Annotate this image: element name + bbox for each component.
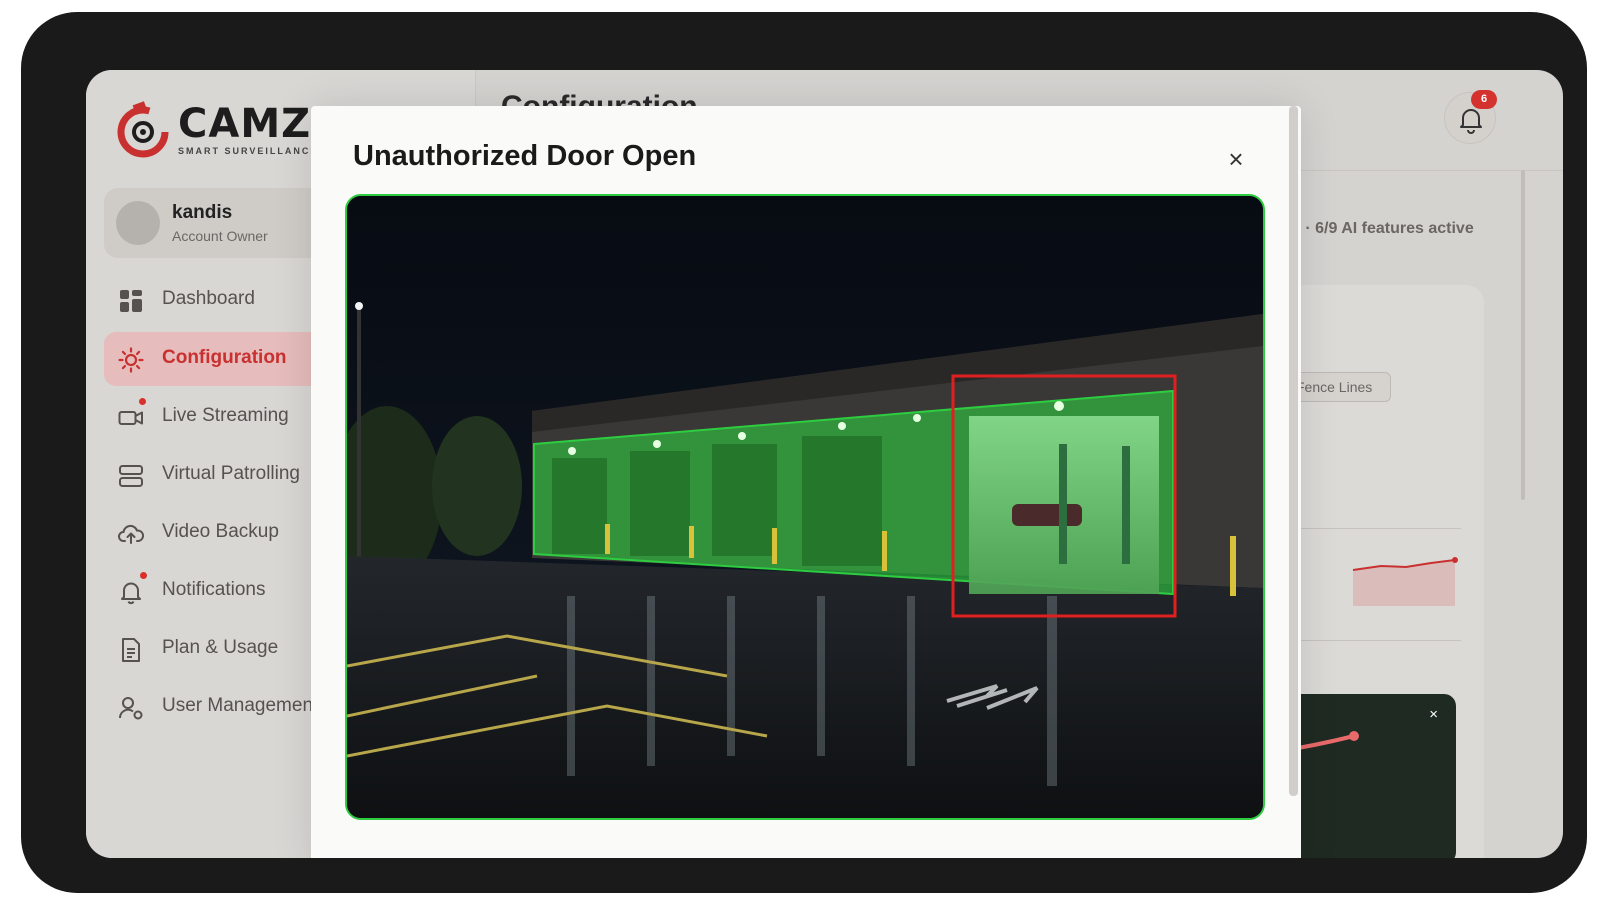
close-button[interactable]: × <box>1219 142 1253 176</box>
avatar <box>116 201 160 245</box>
activity-sparkline <box>1352 557 1458 606</box>
divider <box>1281 640 1461 641</box>
user-role: Account Owner <box>172 228 268 244</box>
page-scrollbar[interactable] <box>1521 170 1525 500</box>
preview-thumbnail[interactable]: × <box>1274 694 1456 858</box>
bell-icon <box>118 579 144 605</box>
camz-logo-icon <box>114 101 172 159</box>
modal-title: Unauthorized Door Open <box>353 140 697 172</box>
divider <box>1281 528 1461 529</box>
user-name: kandis <box>172 202 233 223</box>
brand-logo[interactable]: CAMZ SMART SURVEILLANCE, S <box>114 100 335 160</box>
alert-detail-modal: Unauthorized Door Open × <box>311 106 1301 858</box>
dashboard-grid-icon <box>118 288 144 314</box>
gear-icon <box>118 347 144 373</box>
detection-snapshot <box>345 194 1265 820</box>
sidebar-item-label: Plan & Usage <box>162 637 279 658</box>
device-frame: CAMZ SMART SURVEILLANCE, S kandis Accoun… <box>21 12 1587 893</box>
server-stack-icon <box>118 463 144 489</box>
app-screen: CAMZ SMART SURVEILLANCE, S kandis Accoun… <box>86 70 1563 858</box>
ai-features-status: s · 6/9 AI features active <box>1292 220 1474 237</box>
sidebar-item-label: Video Backup <box>162 521 279 542</box>
live-indicator-dot <box>139 398 146 405</box>
parking-lot-scene-image <box>347 196 1263 818</box>
sidebar-item-label: Configuration <box>162 347 287 368</box>
sidebar-item-label: Dashboard <box>162 288 255 309</box>
user-settings-icon <box>118 695 144 721</box>
cloud-upload-icon <box>118 521 145 547</box>
video-camera-icon <box>118 405 144 431</box>
sidebar-item-label: Notifications <box>162 579 266 600</box>
document-icon <box>118 637 144 663</box>
close-icon[interactable]: × <box>1429 706 1438 723</box>
notification-indicator-dot <box>140 572 147 579</box>
notification-count-badge: 6 <box>1471 90 1497 109</box>
sidebar-item-label: User Managemen <box>162 695 314 716</box>
modal-scrollbar[interactable] <box>1289 106 1298 796</box>
sidebar-item-label: Live Streaming <box>162 405 289 426</box>
sidebar-item-label: Virtual Patrolling <box>162 463 301 484</box>
